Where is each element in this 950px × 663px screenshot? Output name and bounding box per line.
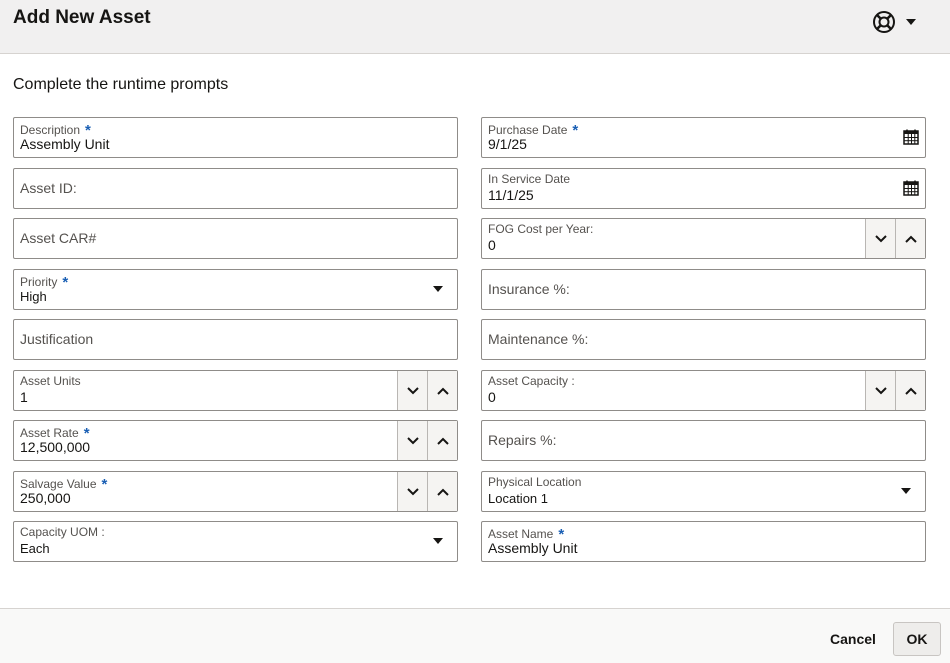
in-service-date-label: In Service Date bbox=[488, 172, 571, 186]
priority-value: High bbox=[20, 289, 47, 304]
asset-name-label: Asset Name bbox=[488, 527, 554, 541]
justification-field[interactable]: Justification bbox=[13, 319, 458, 360]
description-field[interactable]: Description * Assembly Unit bbox=[13, 117, 458, 158]
asset-rate-field[interactable]: Asset Rate * 12,500,000 bbox=[13, 420, 458, 461]
salvage-value-value: 250,000 bbox=[20, 490, 71, 506]
chevron-up-icon bbox=[436, 387, 449, 395]
maintenance-placeholder: Maintenance %: bbox=[488, 331, 589, 347]
description-value: Assembly Unit bbox=[20, 136, 110, 152]
priority-label: Priority bbox=[20, 275, 58, 289]
caret-down-icon bbox=[433, 538, 443, 544]
asset-capacity-label: Asset Capacity : bbox=[488, 374, 575, 388]
ok-button[interactable]: OK bbox=[893, 622, 941, 656]
fog-cost-value: 0 bbox=[488, 237, 496, 253]
chevron-up-icon bbox=[904, 235, 917, 243]
dialog-header: Add New Asset bbox=[0, 0, 950, 54]
insurance-field[interactable]: Insurance %: bbox=[481, 269, 926, 310]
repairs-placeholder: Repairs %: bbox=[488, 432, 557, 448]
maintenance-field[interactable]: Maintenance %: bbox=[481, 319, 926, 360]
justification-placeholder: Justification bbox=[20, 331, 94, 347]
physical-location-label: Physical Location bbox=[488, 475, 582, 489]
chevron-up-icon bbox=[436, 437, 449, 445]
chevron-down-icon bbox=[406, 436, 419, 444]
asset-name-value: Assembly Unit bbox=[488, 540, 578, 556]
asset-capacity-field[interactable]: Asset Capacity : 0 bbox=[481, 370, 926, 411]
asset-units-value: 1 bbox=[20, 389, 28, 405]
asset-capacity-value: 0 bbox=[488, 389, 496, 405]
help-menu-button[interactable] bbox=[872, 9, 922, 35]
in-service-date-value: 11/1/25 bbox=[488, 187, 534, 203]
purchase-date-field[interactable]: Purchase Date * 9/1/25 bbox=[481, 117, 926, 158]
capacity-uom-label: Capacity UOM : bbox=[20, 525, 105, 539]
chevron-up-icon bbox=[436, 488, 449, 496]
asset-rate-decrement-button[interactable] bbox=[397, 421, 427, 460]
calendar-icon[interactable] bbox=[903, 129, 919, 150]
repairs-field[interactable]: Repairs %: bbox=[481, 420, 926, 461]
chevron-up-icon bbox=[904, 387, 917, 395]
asset-rate-value: 12,500,000 bbox=[20, 439, 91, 455]
purchase-date-value: 9/1/25 bbox=[488, 136, 527, 152]
caret-down-icon bbox=[901, 488, 911, 494]
asset-rate-label: Asset Rate bbox=[20, 426, 79, 440]
purchase-date-label: Purchase Date bbox=[488, 123, 568, 137]
capacity-uom-select[interactable]: Capacity UOM : Each bbox=[13, 521, 458, 562]
fog-cost-label: FOG Cost per Year: bbox=[488, 222, 594, 236]
chevron-down-icon bbox=[406, 487, 419, 495]
asset-car-placeholder: Asset CAR# bbox=[20, 230, 97, 246]
salvage-value-field[interactable]: Salvage Value * 250,000 bbox=[13, 471, 458, 512]
asset-units-decrement-button[interactable] bbox=[397, 371, 427, 410]
asset-name-field[interactable]: Asset Name * Assembly Unit bbox=[481, 521, 926, 562]
fog-cost-decrement-button[interactable] bbox=[865, 219, 895, 258]
salvage-value-label: Salvage Value bbox=[20, 477, 97, 491]
in-service-date-field[interactable]: In Service Date 11/1/25 bbox=[481, 168, 926, 209]
fog-cost-increment-button[interactable] bbox=[895, 219, 925, 258]
capacity-uom-value: Each bbox=[20, 541, 50, 556]
priority-select[interactable]: Priority * High bbox=[13, 269, 458, 310]
dialog-title: Add New Asset bbox=[13, 7, 151, 28]
insurance-placeholder: Insurance %: bbox=[488, 281, 570, 297]
chevron-down-icon bbox=[874, 234, 887, 242]
asset-rate-increment-button[interactable] bbox=[427, 421, 457, 460]
fog-cost-field[interactable]: FOG Cost per Year: 0 bbox=[481, 218, 926, 259]
description-label: Description bbox=[20, 123, 81, 137]
required-marker: * bbox=[572, 122, 579, 139]
cancel-button[interactable]: Cancel bbox=[820, 624, 886, 654]
salvage-value-decrement-button[interactable] bbox=[397, 472, 427, 511]
required-marker: * bbox=[101, 476, 108, 493]
chevron-down-icon bbox=[874, 386, 887, 394]
calendar-icon[interactable] bbox=[903, 180, 919, 201]
required-marker: * bbox=[62, 274, 69, 291]
asset-id-field[interactable]: Asset ID: bbox=[13, 168, 458, 209]
asset-capacity-increment-button[interactable] bbox=[895, 371, 925, 410]
asset-car-field[interactable]: Asset CAR# bbox=[13, 218, 458, 259]
dialog-footer: Cancel OK bbox=[0, 608, 950, 663]
chevron-down-icon bbox=[406, 386, 419, 394]
page-subtitle: Complete the runtime prompts bbox=[13, 76, 229, 93]
asset-units-field[interactable]: Asset Units 1 bbox=[13, 370, 458, 411]
caret-down-icon bbox=[906, 19, 916, 25]
asset-units-increment-button[interactable] bbox=[427, 371, 457, 410]
caret-down-icon bbox=[433, 286, 443, 292]
salvage-value-increment-button[interactable] bbox=[427, 472, 457, 511]
asset-units-label: Asset Units bbox=[20, 374, 81, 388]
lifebuoy-icon bbox=[872, 10, 896, 34]
asset-id-placeholder: Asset ID: bbox=[20, 180, 77, 196]
physical-location-value: Location 1 bbox=[488, 491, 548, 506]
asset-capacity-decrement-button[interactable] bbox=[865, 371, 895, 410]
physical-location-select[interactable]: Physical Location Location 1 bbox=[481, 471, 926, 512]
